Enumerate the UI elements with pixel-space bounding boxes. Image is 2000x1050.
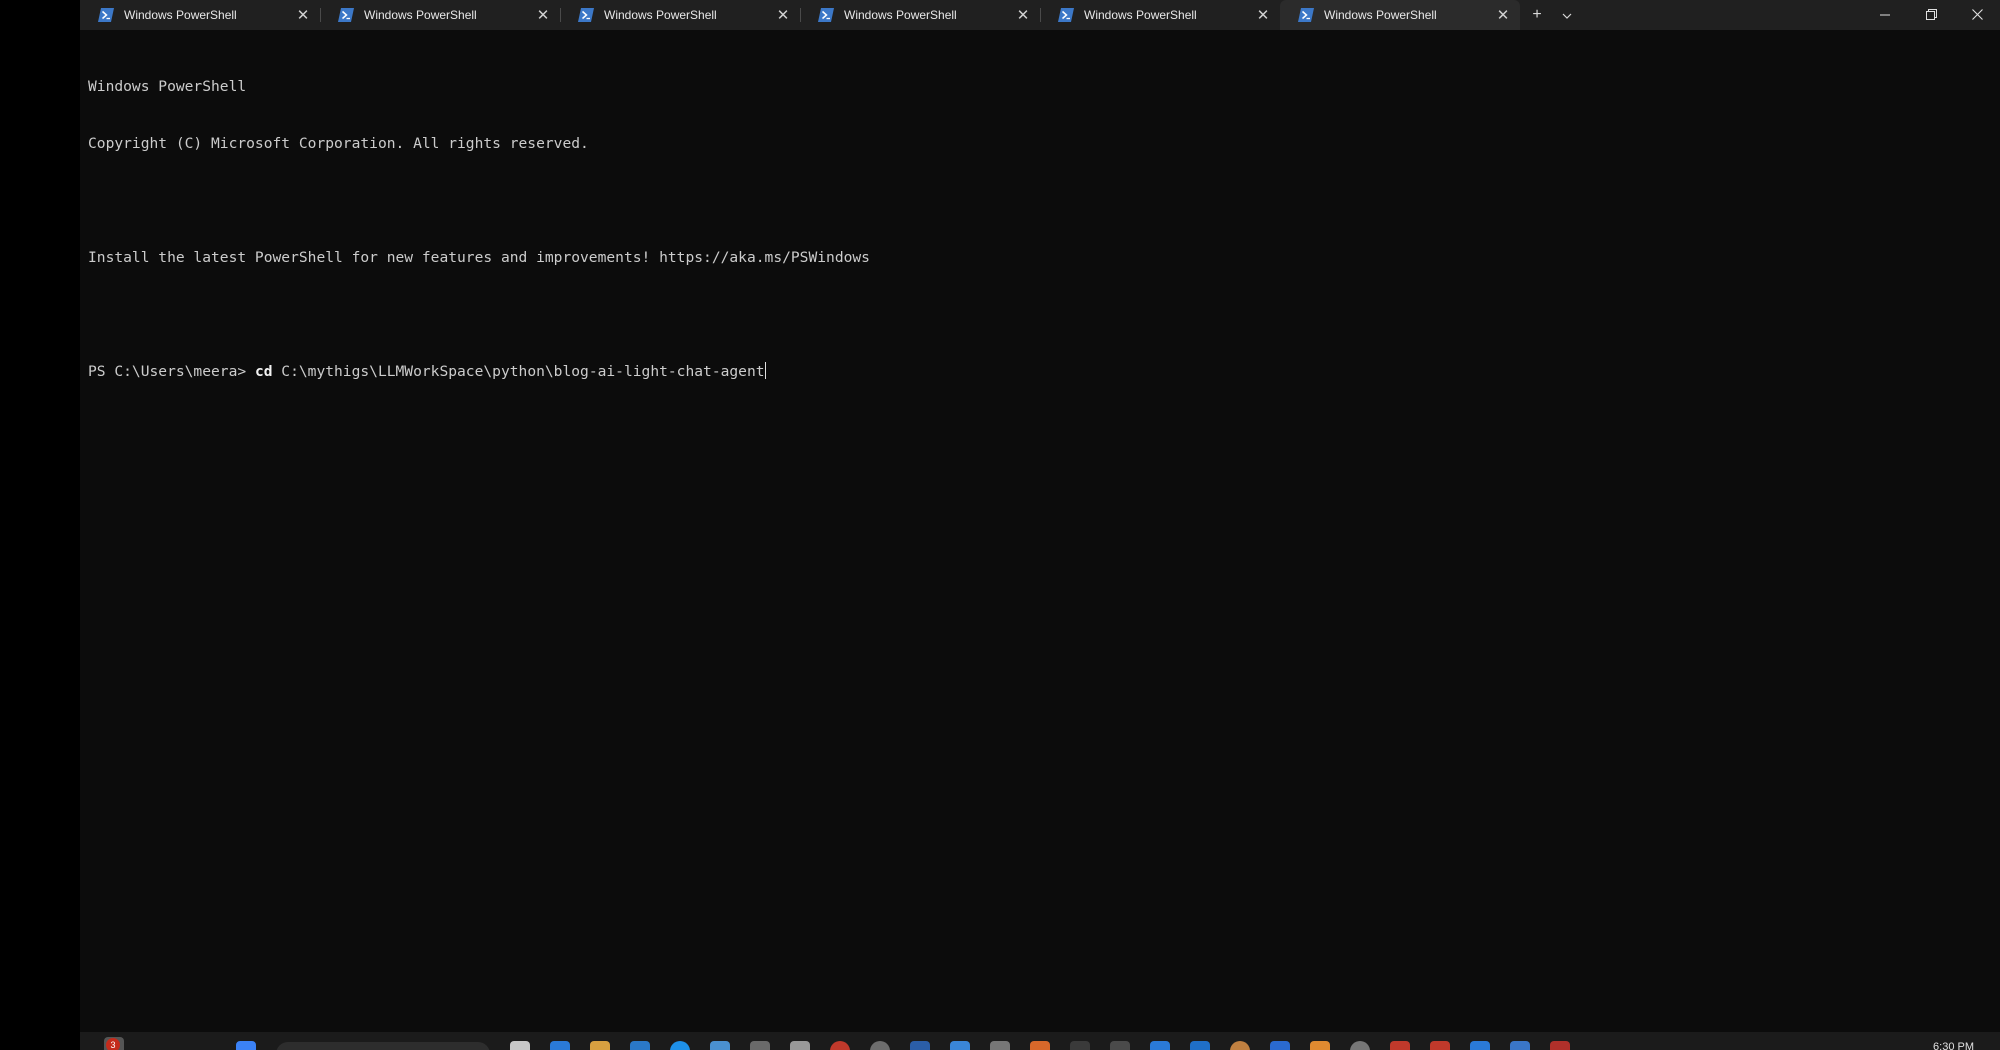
app-icon[interactable] <box>950 1041 970 1050</box>
close-icon[interactable]: ✕ <box>1492 4 1514 26</box>
command-args: C:\mythigs\LLMWorkSpace\python\blog-ai-l… <box>272 363 765 380</box>
app-icon[interactable] <box>1310 1041 1330 1050</box>
tab-title: Windows PowerShell <box>604 8 717 22</box>
restore-icon <box>1925 7 1937 23</box>
app-icon[interactable] <box>1030 1041 1050 1050</box>
folder-icon[interactable] <box>590 1041 610 1050</box>
notification-badge: 3 <box>106 1038 120 1050</box>
app-icon[interactable] <box>1230 1041 1250 1050</box>
close-icon[interactable]: ✕ <box>1012 4 1034 26</box>
tab-powershell-4[interactable]: Windows PowerShell ✕ <box>800 0 1040 30</box>
text-cursor <box>764 362 766 379</box>
powershell-icon <box>1298 8 1314 22</box>
powershell-icon <box>1058 8 1074 22</box>
app-icon[interactable] <box>990 1041 1010 1050</box>
desktop-left-strip <box>0 0 80 1050</box>
powershell-icon <box>98 8 114 22</box>
tab-powershell-5[interactable]: Windows PowerShell ✕ <box>1040 0 1280 30</box>
tab-powershell-3[interactable]: Windows PowerShell ✕ <box>560 0 800 30</box>
tab-powershell-active[interactable]: Windows PowerShell ✕ <box>1280 0 1520 30</box>
powershell-icon <box>578 8 594 22</box>
window-controls <box>1862 0 2000 30</box>
tab-title: Windows PowerShell <box>1084 8 1197 22</box>
tab-title: Windows PowerShell <box>364 8 477 22</box>
close-window-button[interactable] <box>1954 0 2000 30</box>
tab-title: Windows PowerShell <box>844 8 957 22</box>
close-icon[interactable]: ✕ <box>1252 4 1274 26</box>
command-keyword: cd <box>254 363 273 380</box>
terminal-line: Windows PowerShell <box>88 78 247 95</box>
terminal-line: Install the latest PowerShell for new fe… <box>88 249 870 266</box>
app-icon[interactable] <box>630 1041 650 1050</box>
close-icon <box>1971 7 1983 23</box>
app-icon[interactable] <box>830 1041 850 1050</box>
app-icon[interactable] <box>1350 1041 1370 1050</box>
app-icon[interactable] <box>510 1041 530 1050</box>
gmail-icon[interactable] <box>1430 1041 1450 1050</box>
tab-bar: Windows PowerShell ✕ Windows PowerShell … <box>80 0 2000 30</box>
minimize-button[interactable] <box>1862 0 1908 30</box>
app-icon[interactable] <box>870 1041 890 1050</box>
tab-powershell-1[interactable]: Windows PowerShell ✕ <box>80 0 320 30</box>
app-icon[interactable] <box>1510 1041 1530 1050</box>
taskbar-search[interactable] <box>276 1042 490 1050</box>
app-icon[interactable] <box>550 1041 570 1050</box>
close-icon[interactable]: ✕ <box>772 4 794 26</box>
edge-icon[interactable] <box>670 1041 690 1050</box>
app-icon[interactable] <box>1070 1041 1090 1050</box>
taskbar: 3 6:30 PM <box>80 1032 2000 1050</box>
app-icon[interactable] <box>750 1041 770 1050</box>
app-icon[interactable] <box>910 1041 930 1050</box>
app-icon[interactable] <box>1190 1041 1210 1050</box>
taskbar-clock[interactable]: 6:30 PM <box>1933 1041 1974 1050</box>
tab-title: Windows PowerShell <box>124 8 237 22</box>
app-icon[interactable] <box>790 1041 810 1050</box>
tab-powershell-2[interactable]: Windows PowerShell ✕ <box>320 0 560 30</box>
app-icon[interactable] <box>1150 1041 1170 1050</box>
close-icon[interactable]: ✕ <box>532 4 554 26</box>
terminal-app-icon[interactable] <box>1110 1041 1130 1050</box>
tab-title: Windows PowerShell <box>1324 8 1437 22</box>
terminal-window: Windows PowerShell ✕ Windows PowerShell … <box>80 0 2000 1032</box>
terminal-line: Copyright (C) Microsoft Corporation. All… <box>88 135 589 152</box>
restore-button[interactable] <box>1908 0 1954 30</box>
terminal-output[interactable]: Windows PowerShell Copyright (C) Microso… <box>88 39 1988 1029</box>
close-icon[interactable]: ✕ <box>292 4 314 26</box>
new-tab-button[interactable]: + <box>1522 0 1552 30</box>
powershell-icon <box>818 8 834 22</box>
app-icon[interactable] <box>710 1041 730 1050</box>
tab-dropdown-button[interactable] <box>1552 0 1582 30</box>
app-icon[interactable] <box>1550 1041 1570 1050</box>
app-icon[interactable] <box>1270 1041 1290 1050</box>
start-icon[interactable] <box>236 1041 256 1050</box>
powershell-icon <box>338 8 354 22</box>
command-line[interactable]: PS C:\Users\meera> cd C:\mythigs\LLMWork… <box>88 362 1988 381</box>
plus-icon: + <box>1532 6 1542 23</box>
prompt: PS C:\Users\meera> <box>88 363 255 380</box>
minimize-icon <box>1880 7 1890 23</box>
gmail-icon[interactable] <box>1390 1041 1410 1050</box>
app-icon[interactable] <box>1470 1041 1490 1050</box>
chevron-down-icon <box>1562 6 1572 24</box>
